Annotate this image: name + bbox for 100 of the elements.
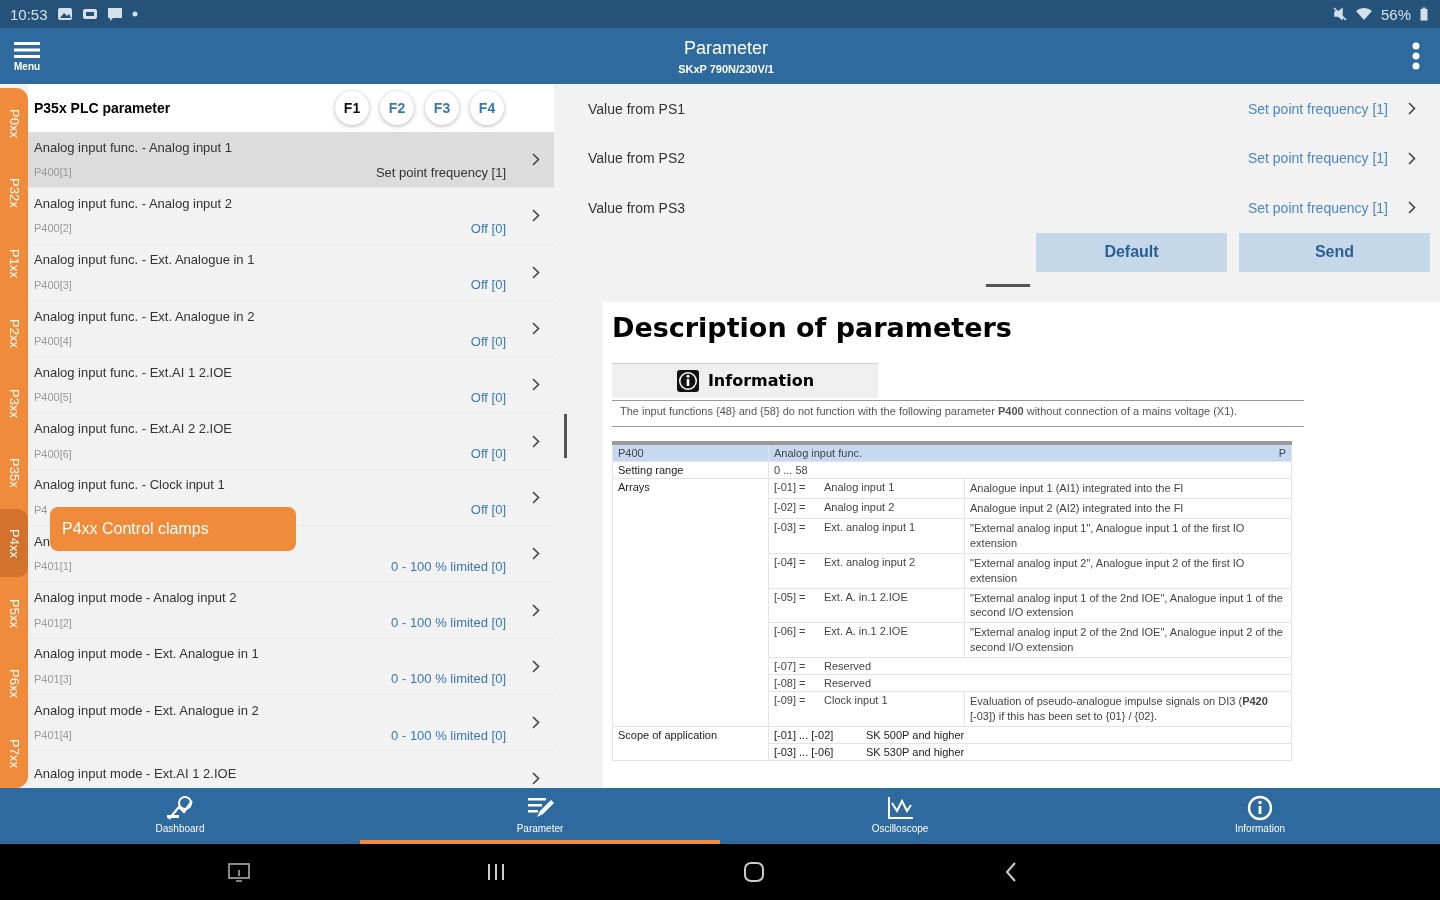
drag-handle[interactable] bbox=[986, 283, 1030, 287]
parameter-code: P400[4] bbox=[34, 335, 72, 348]
nav-tab[interactable]: Information bbox=[1080, 788, 1440, 844]
chevron-right-icon bbox=[532, 603, 540, 617]
parameter-set-button[interactable]: F3 bbox=[425, 91, 459, 125]
table-cell: "External analog input 2", Analogue input 2 of the first IO extension bbox=[964, 553, 1292, 588]
parameter-value: Off [0] bbox=[470, 277, 506, 293]
chevron-right-icon bbox=[532, 322, 540, 336]
chevron-right-icon bbox=[532, 772, 540, 786]
menu-button[interactable]: Menu bbox=[14, 40, 41, 72]
parameter-set-button[interactable]: F2 bbox=[380, 91, 414, 125]
chevron-right-icon bbox=[532, 490, 540, 504]
parameter-value: Off [0] bbox=[470, 333, 506, 349]
table-cell: [-09] = Clock input 1 bbox=[768, 691, 965, 727]
table-cell: "External analog input 1", Analogue input 1 of the first IO extension bbox=[964, 518, 1292, 554]
chevron-right-icon bbox=[532, 265, 540, 279]
group-tab[interactable]: P4xx bbox=[0, 509, 28, 577]
list-title: P35x PLC parameter bbox=[34, 100, 172, 116]
parameter-value: 0 - 100 % limited [0] bbox=[391, 671, 506, 687]
parameter-code: P401[1] bbox=[34, 560, 72, 573]
parameter-value: Set point frequency [1] bbox=[375, 164, 506, 180]
table-cell: Setting range bbox=[612, 461, 769, 479]
table-cell: [-03] ... [-06] SK 530P and higher bbox=[768, 743, 1292, 761]
parameter-name: An bbox=[34, 533, 51, 549]
action-button[interactable]: Send bbox=[1239, 232, 1430, 272]
dot-icon bbox=[131, 11, 138, 17]
table-header-cell: Analog input func. P bbox=[768, 443, 1292, 462]
wifi-icon bbox=[1355, 7, 1372, 21]
parameter-code: P400[5] bbox=[34, 391, 72, 404]
parameter-code: P401[2] bbox=[34, 616, 72, 629]
table-cell: [-03] = Ext. analog input 1 bbox=[768, 518, 965, 554]
table-cell: [-02] = Analog input 2 bbox=[768, 498, 965, 519]
parameter-row[interactable]: Analog input func. - Ext. Analogue in 2 P400[4] Off [0] bbox=[28, 300, 554, 358]
parameter-set-button[interactable]: F1 bbox=[335, 91, 369, 125]
parameter-row[interactable]: Analog input func. - Ext. Analogue in 1 P400[3] Off [0] bbox=[28, 244, 554, 301]
parameter-code: P401[4] bbox=[34, 729, 72, 742]
table-cell: [-06] = Ext. A. in.1 2.IOE bbox=[768, 622, 965, 658]
parameter-name: Analog input func. - Ext.AI 2 2.IOE bbox=[34, 421, 233, 437]
setting-value: Set point frequency [1] bbox=[1247, 100, 1388, 117]
parameter-row[interactable]: Analog input func. - Analog input 1 P400[1] Set point frequency [1] bbox=[28, 132, 554, 189]
setting-row[interactable]: Value from PS2 Set point frequency [1] bbox=[588, 133, 1440, 183]
table-cell: Arrays bbox=[612, 478, 769, 727]
information-note: The input functions {48} and {58} do not function with the following parameter P400 without connection of a mains voltage (X1). bbox=[612, 399, 1304, 428]
parameter-value: Off [0] bbox=[470, 389, 506, 405]
parameter-code: P401[3] bbox=[34, 672, 72, 685]
setting-row[interactable]: Value from PS1 Set point frequency [1] bbox=[588, 84, 1440, 134]
chevron-right-icon bbox=[1408, 151, 1416, 165]
parameter-name: Analog input func. - Ext. Analogue in 1 bbox=[34, 252, 256, 268]
table-cell: "External analog input 1 of the 2nd IOE", Analogue input 1 of the second I/O extension bbox=[964, 588, 1292, 623]
chevron-right-icon bbox=[1408, 102, 1416, 116]
setting-value: Set point frequency [1] bbox=[1247, 150, 1388, 167]
battery-icon bbox=[1420, 7, 1428, 21]
setting-value: Set point frequency [1] bbox=[1247, 199, 1388, 216]
table-cell: [-01] = Analog input 1 bbox=[768, 478, 965, 499]
parameter-value: 0 - 100 % limited [0] bbox=[391, 727, 506, 743]
parameter-row[interactable]: Analog input mode - Analog input 2 P401[2] 0 - 100 % limited [0] bbox=[28, 582, 554, 639]
table-cell: Analogue input 1 (AI1) integrated into the FI bbox=[964, 478, 1292, 499]
parameter-value: Off [0] bbox=[470, 220, 506, 236]
home-icon[interactable] bbox=[742, 861, 765, 883]
notification-icon bbox=[81, 7, 98, 21]
parameter-row[interactable]: Analog input func. - Ext.AI 1 2.IOE P400[5] Off [0] bbox=[28, 357, 554, 414]
keyboard-icon[interactable] bbox=[227, 862, 250, 882]
parameter-value: Off [0] bbox=[470, 446, 506, 462]
line-chart-icon bbox=[885, 794, 915, 821]
table-cell: [-08] = Reserved bbox=[768, 674, 1292, 692]
message-icon bbox=[106, 7, 123, 21]
more-options-icon[interactable] bbox=[1412, 42, 1420, 70]
parameter-row[interactable]: Analog input func. - Ext.AI 2 2.IOE P400[6] Off [0] bbox=[28, 413, 554, 470]
parameter-value: Off [0] bbox=[470, 502, 506, 518]
parameter-code: P400[2] bbox=[34, 222, 72, 235]
setting-label: Value from PS2 bbox=[588, 150, 686, 167]
device-subtitle: SKxP 790N/230V/1 bbox=[678, 62, 774, 75]
table-header-cell: P400 bbox=[612, 443, 769, 462]
setting-label: Value from PS3 bbox=[588, 199, 686, 216]
action-button[interactable]: Default bbox=[1036, 232, 1227, 272]
setting-row[interactable]: Value from PS3 Set point frequency [1] bbox=[588, 183, 1440, 233]
chevron-right-icon bbox=[532, 209, 540, 223]
nav-tab[interactable]: Oscilloscope bbox=[720, 788, 1080, 844]
chevron-right-icon bbox=[532, 434, 540, 448]
parameter-row[interactable]: Analog input mode - Ext. Analogue in 1 P401[3] 0 - 100 % limited [0] bbox=[28, 638, 554, 695]
nav-tab[interactable]: Dashboard bbox=[0, 788, 360, 844]
table-cell: Scope of application bbox=[612, 726, 769, 761]
parameter-name: Analog input mode - Ext. Analogue in 1 bbox=[34, 646, 260, 662]
setting-label: Value from PS1 bbox=[588, 100, 686, 117]
group-tooltip: P4xx Control clamps bbox=[50, 507, 296, 551]
parameter-set-button[interactable]: F4 bbox=[470, 91, 504, 125]
parameter-name: Analog input func. - Ext. Analogue in 2 bbox=[34, 308, 256, 324]
table-cell: [-04] = Ext. analog input 2 bbox=[768, 553, 965, 588]
chevron-right-icon bbox=[532, 547, 540, 561]
table-cell: 0 ... 58 bbox=[768, 461, 1292, 479]
parameter-row[interactable]: Analog input mode - Ext. Analogue in 2 P401[4] 0 - 100 % limited [0] bbox=[28, 694, 554, 752]
mute-icon bbox=[1332, 7, 1347, 21]
parameter-code: P4 bbox=[34, 503, 48, 516]
parameter-name: Analog input func. - Clock input 1 bbox=[34, 477, 226, 493]
description-title: Description of parameters bbox=[612, 311, 1013, 343]
chevron-right-icon bbox=[532, 716, 540, 730]
parameter-row[interactable]: Analog input func. - Analog input 2 P400[2] Off [0] bbox=[28, 188, 554, 245]
table-header-cell: P bbox=[1278, 447, 1286, 460]
chevron-right-icon bbox=[1408, 201, 1416, 215]
parameter-name: Analog input mode - Ext. Analogue in 2 bbox=[34, 702, 260, 718]
